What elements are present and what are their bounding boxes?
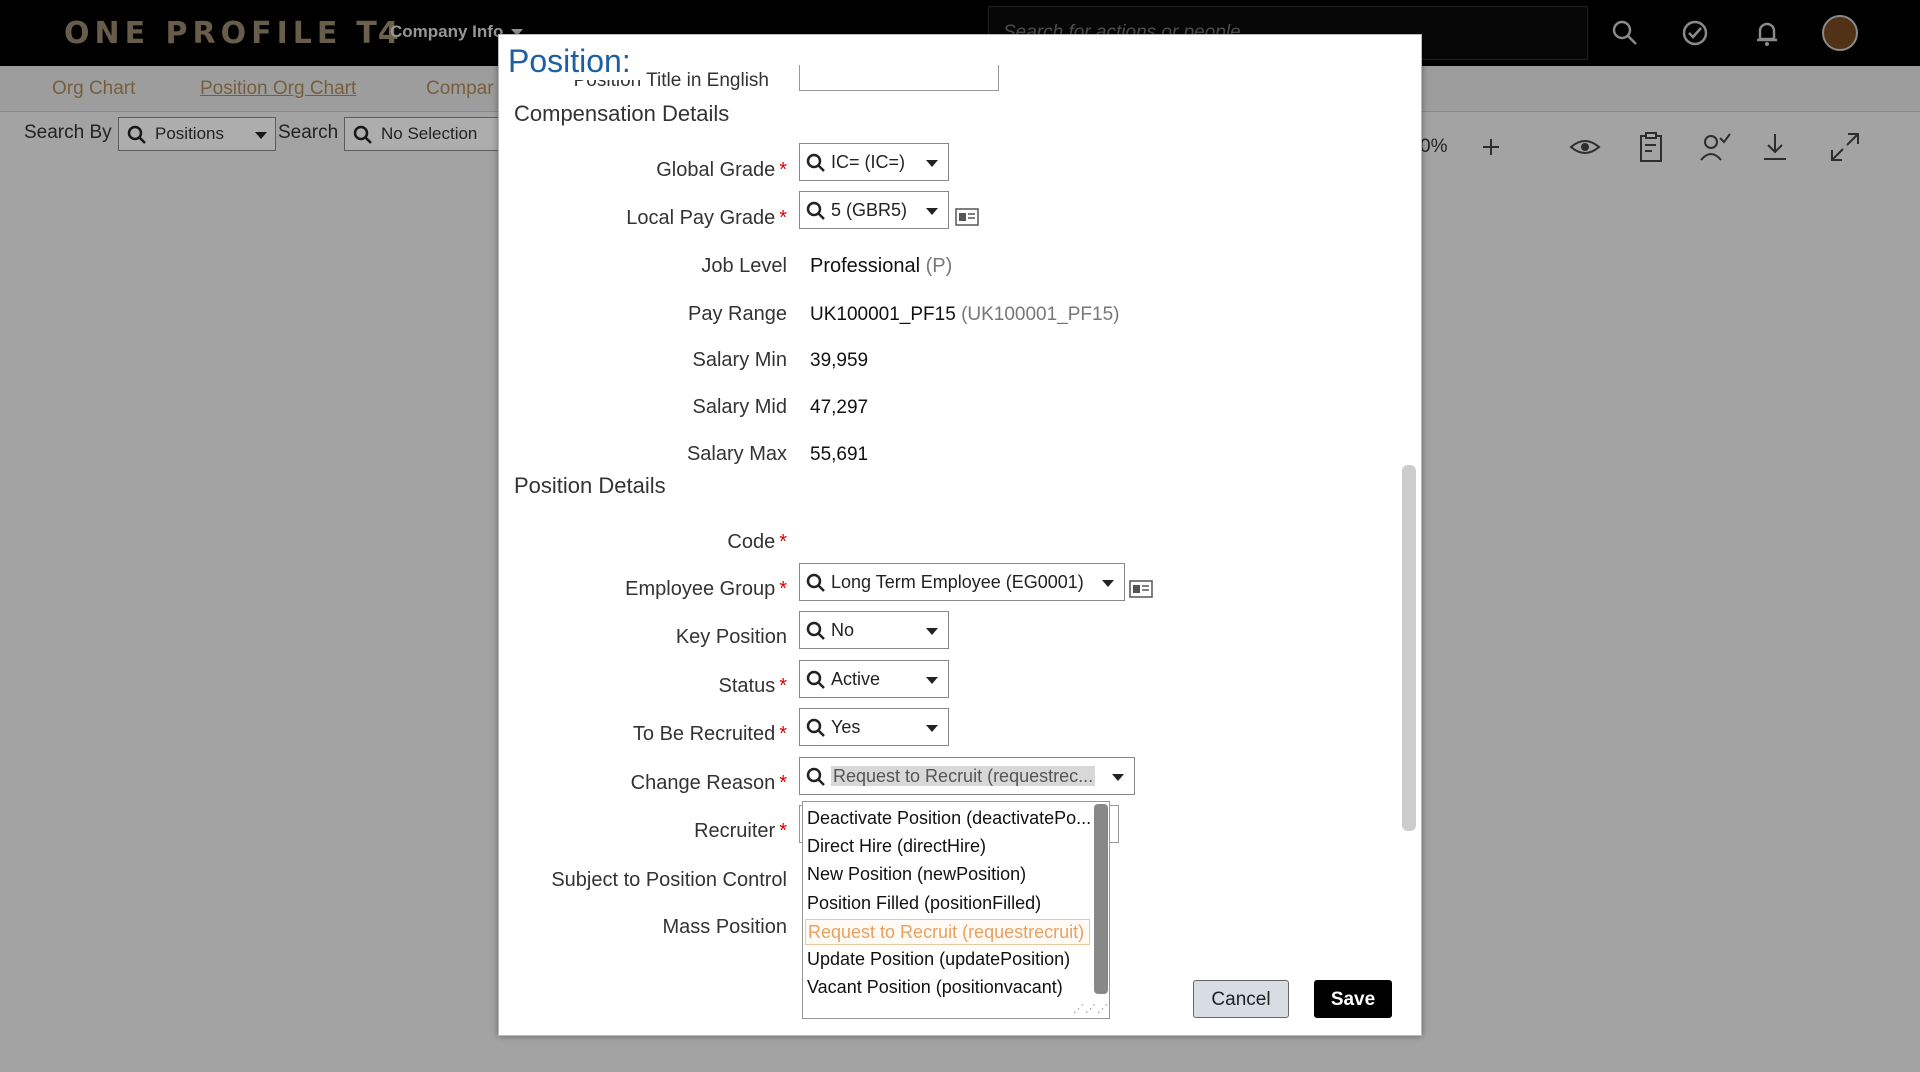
job-level-value: Professional (P): [810, 255, 953, 277]
chevron-down-icon: [926, 677, 938, 684]
pay-range-label: Pay Range: [688, 303, 787, 325]
salary-min-label: Salary Min: [692, 349, 787, 371]
local-pay-grade-label: Local Pay Grade *: [626, 207, 787, 229]
search-icon: [806, 621, 825, 640]
dialog-title: Position:: [508, 43, 641, 80]
chevron-down-icon: [1102, 580, 1114, 587]
salary-mid-value: 47,297: [810, 397, 869, 418]
search-icon: [806, 670, 825, 689]
search-icon: [806, 718, 825, 737]
cancel-button[interactable]: Cancel: [1193, 980, 1289, 1018]
chevron-down-icon: [1112, 774, 1124, 781]
position-title-english-field[interactable]: [799, 65, 999, 91]
to-be-recruited-label: To Be Recruited *: [632, 723, 787, 745]
job-level-label: Job Level: [701, 255, 787, 277]
details-card-icon[interactable]: [955, 207, 979, 227]
employee-group-combo[interactable]: Long Term Employee (EG0001): [799, 563, 1125, 601]
recruiter-label: Recruiter *: [694, 820, 787, 842]
to-be-recruited-combo[interactable]: Yes: [799, 708, 949, 746]
salary-mid-label: Salary Mid: [692, 396, 787, 418]
list-item-selected[interactable]: Request to Recruit (requestrecruit): [805, 919, 1090, 945]
change-reason-dropdown-list: Deactivate Position (deactivatePo... Dir…: [802, 801, 1110, 1019]
position-dialog: Position: Position Title in English Comp…: [498, 34, 1422, 1036]
key-position-label: Key Position: [675, 626, 787, 648]
chevron-down-icon: [926, 725, 938, 732]
subject-to-position-control-label: Subject to Position Control: [551, 869, 787, 891]
chevron-down-icon: [926, 628, 938, 635]
list-item[interactable]: Direct Hire (directHire): [805, 834, 1090, 860]
list-item[interactable]: Vacant Position (positionvacant): [805, 975, 1090, 1001]
key-position-combo[interactable]: No: [799, 611, 949, 649]
mass-position-label: Mass Position: [662, 916, 788, 938]
list-item[interactable]: Deactivate Position (deactivatePo...: [805, 806, 1090, 832]
salary-max-value: 55,691: [810, 444, 869, 465]
chevron-down-icon: [926, 160, 938, 167]
local-pay-grade-combo[interactable]: 5 (GBR5): [799, 191, 949, 229]
chevron-down-icon: [926, 208, 938, 215]
salary-min-value: 39,959: [810, 350, 869, 371]
search-icon: [806, 201, 825, 220]
save-button[interactable]: Save: [1314, 980, 1392, 1018]
employee-group-label: Employee Group *: [625, 578, 787, 600]
status-label: Status *: [718, 675, 788, 697]
change-reason-label: Change Reason *: [630, 772, 787, 794]
list-item[interactable]: Position Filled (positionFilled): [805, 891, 1090, 917]
change-reason-combo[interactable]: Request to Recruit (requestrec...: [799, 757, 1135, 795]
salary-max-label: Salary Max: [686, 443, 787, 465]
resize-grip-icon[interactable]: ⋰⋰⋰: [1073, 1002, 1108, 1016]
global-grade-combo[interactable]: IC= (IC=): [799, 143, 949, 181]
search-icon: [806, 153, 825, 172]
dialog-scrollbar[interactable]: [1402, 465, 1416, 831]
dropdown-scrollbar[interactable]: [1094, 804, 1108, 994]
position-details-section-title: Position Details: [514, 473, 666, 498]
list-item[interactable]: Update Position (updatePosition): [805, 947, 1090, 973]
compensation-section-title: Compensation Details: [514, 101, 730, 126]
search-icon: [806, 573, 825, 592]
status-combo[interactable]: Active: [799, 660, 949, 698]
pay-range-value: UK100001_PF15 (UK100001_PF15): [810, 304, 1120, 325]
details-card-icon[interactable]: [1129, 579, 1153, 599]
code-label: Code *: [727, 531, 787, 553]
list-item[interactable]: New Position (newPosition): [805, 862, 1090, 888]
global-grade-label: Global Grade *: [656, 159, 787, 181]
search-icon: [806, 767, 825, 786]
